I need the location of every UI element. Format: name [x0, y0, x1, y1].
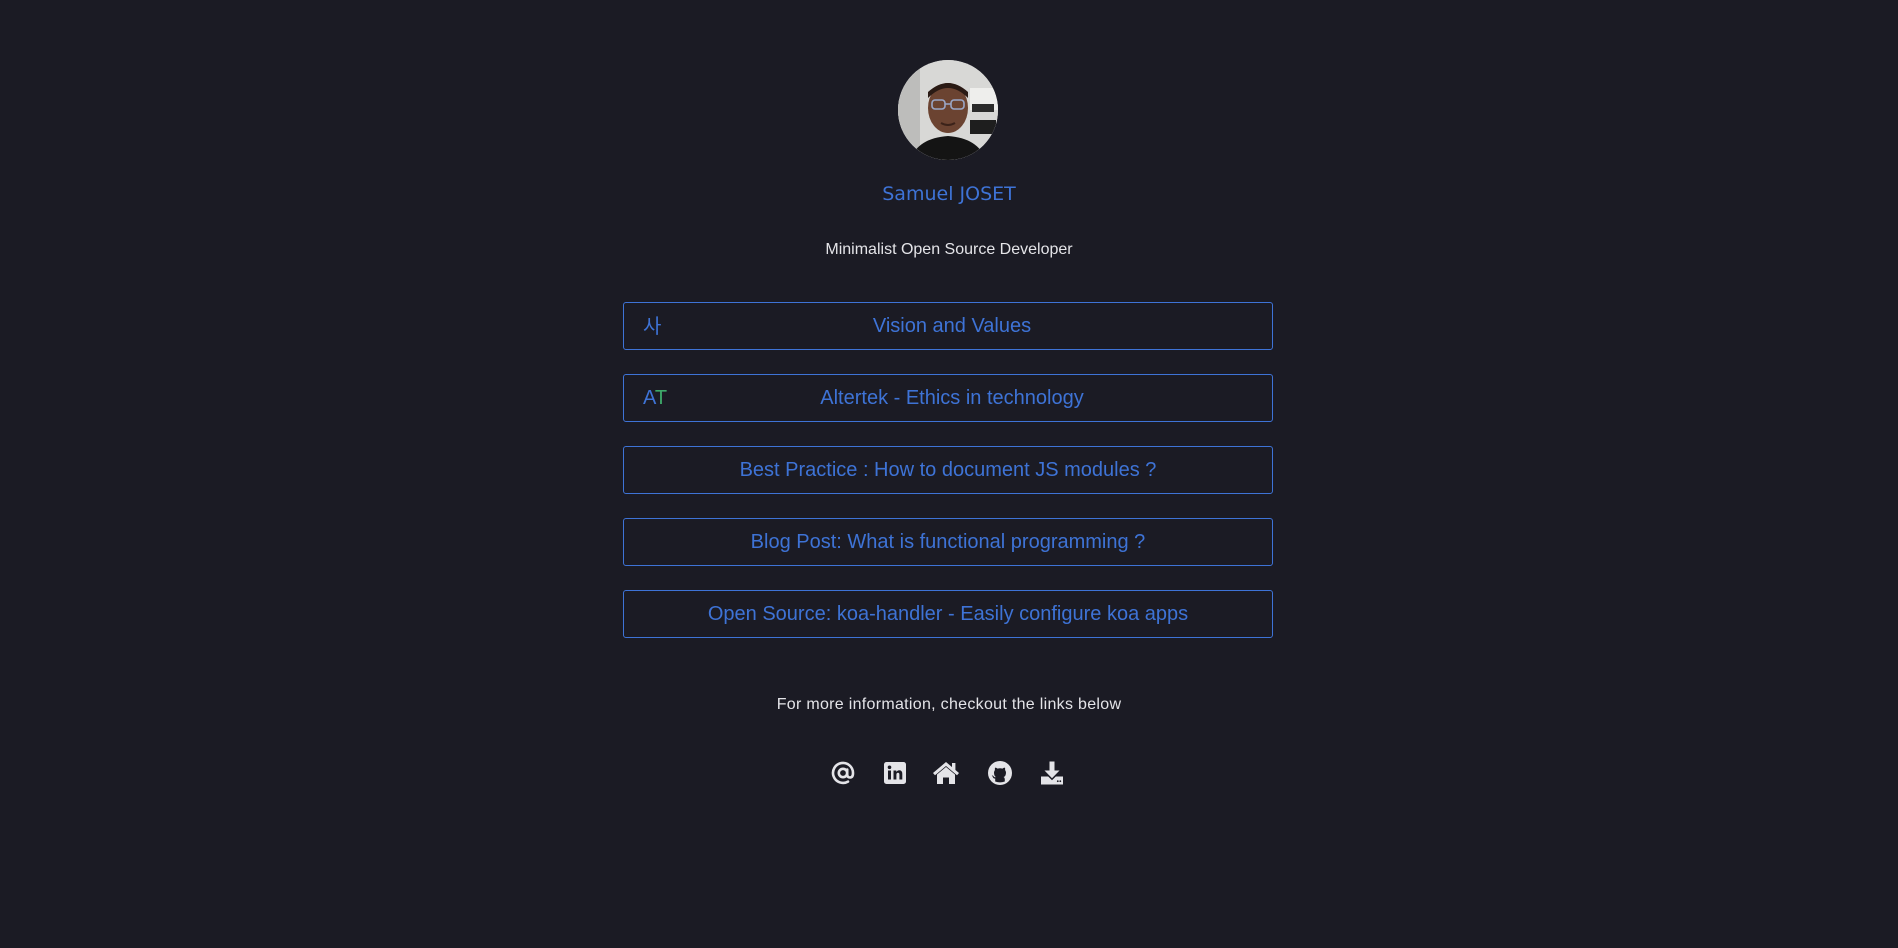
home-icon	[933, 762, 959, 784]
download-icon	[1041, 761, 1063, 785]
github-icon	[988, 761, 1012, 785]
link-blog-post[interactable]: Blog Post: What is functional programmin…	[623, 518, 1273, 566]
link-label: Altertek - Ethics in technology	[820, 386, 1084, 409]
link-label: Vision and Values	[872, 314, 1032, 337]
link-label: Best Practice : How to document JS modul…	[739, 458, 1157, 481]
altertek-logo-letter-a: A	[643, 387, 655, 409]
altertek-logo-letter-t: T	[654, 387, 668, 409]
link-best-practice[interactable]: Best Practice : How to document JS modul…	[623, 446, 1273, 494]
profile-name: Samuel JOSET	[882, 183, 1016, 205]
link-list: 사 Vision and Values AT Altertek - Ethics…	[623, 302, 1273, 662]
link-koa-handler[interactable]: Open Source: koa-handler - Easily config…	[623, 590, 1273, 638]
avatar	[898, 60, 998, 160]
social-links	[820, 758, 1080, 788]
footer-info-text: For more information, checkout the links…	[776, 696, 1122, 713]
link-label: Blog Post: What is functional programmin…	[750, 530, 1146, 553]
profile-photo	[898, 60, 998, 160]
download-link[interactable]	[1037, 758, 1067, 788]
at-icon	[831, 761, 855, 785]
email-link[interactable]	[828, 758, 858, 788]
linkedin-link[interactable]	[880, 758, 910, 788]
link-label: Open Source: koa-handler - Easily config…	[707, 602, 1189, 625]
link-vision-values[interactable]: 사 Vision and Values	[623, 302, 1273, 350]
profile-tagline: Minimalist Open Source Developer	[825, 241, 1073, 258]
altertek-logo-icon: AT	[643, 388, 667, 408]
link-altertek[interactable]: AT Altertek - Ethics in technology	[623, 374, 1273, 422]
github-link[interactable]	[985, 758, 1015, 788]
linkedin-icon	[884, 762, 906, 784]
website-link[interactable]	[931, 758, 961, 788]
korean-glyph-icon: 사	[643, 314, 662, 338]
